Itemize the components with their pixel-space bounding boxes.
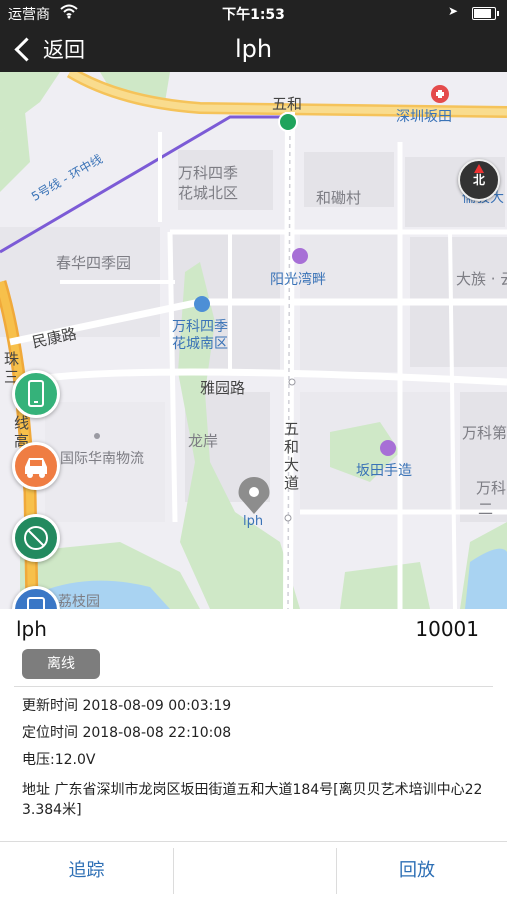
map-label: 万科 bbox=[476, 479, 507, 497]
status-time: 下午1:53 bbox=[222, 7, 285, 23]
map-label: 五和 bbox=[272, 95, 303, 113]
update-time: 更新时间 2018-08-09 00:03:19 bbox=[22, 698, 232, 714]
map-label: 龙岸 bbox=[188, 432, 219, 450]
map-label: 阳光湾畔 bbox=[270, 272, 326, 288]
battery-icon bbox=[472, 7, 499, 20]
map-label: 万科第 bbox=[462, 424, 507, 442]
map-label: 深圳坂田 bbox=[396, 109, 452, 125]
phone-icon bbox=[28, 380, 44, 407]
map-label: 国际华南物流 bbox=[60, 451, 144, 467]
map-label: 花城南区 bbox=[172, 336, 228, 352]
no-track-icon bbox=[24, 526, 48, 550]
compass-button[interactable]: 北 bbox=[458, 159, 500, 201]
locate-time: 定位时间 2018-08-08 22:10:08 bbox=[22, 725, 232, 741]
device-id: 10001 bbox=[415, 617, 479, 641]
page-title: lph bbox=[234, 35, 273, 63]
car-button[interactable] bbox=[12, 442, 60, 490]
map-label: 万科四季 bbox=[178, 164, 239, 182]
playback-button[interactable]: 回放 bbox=[337, 842, 497, 900]
device-info-panel: lph 10001 离线 更新时间 2018-08-09 00:03:19 定位… bbox=[0, 609, 507, 900]
car-icon bbox=[25, 458, 47, 478]
document-icon bbox=[27, 597, 45, 609]
map-view[interactable]: 五和 深圳坂田 万科四季 花城北区 和磡村 儒骏大 5号线 - 环中线 春华四季… bbox=[0, 72, 507, 609]
voltage: 电压:12.0V bbox=[22, 752, 96, 768]
device-marker-label: lph bbox=[243, 514, 264, 529]
track-button[interactable]: 追踪 bbox=[0, 842, 173, 900]
status-bar: 运营商 下午1:53 ➤ bbox=[0, 0, 507, 26]
map-label: 坂田手造 bbox=[356, 463, 412, 479]
address: 地址 广东省深圳市龙岗区坂田街道五和大道184号[离贝贝艺术培训中心223.38… bbox=[22, 782, 483, 818]
map-label: 春华四季园 bbox=[56, 254, 132, 272]
map-label: 大族 · 云 bbox=[456, 270, 507, 288]
document-button[interactable] bbox=[12, 586, 60, 609]
map-label: 和磡村 bbox=[316, 189, 362, 207]
divider bbox=[14, 686, 493, 687]
middle-action[interactable] bbox=[174, 842, 336, 900]
no-track-button[interactable] bbox=[12, 514, 60, 562]
map-label: 二 bbox=[478, 500, 494, 518]
nav-bar: 返回 lph bbox=[0, 26, 507, 72]
map-label: 雅园路 bbox=[200, 379, 246, 397]
device-name: lph bbox=[16, 617, 47, 641]
map-label: 荔枝园 bbox=[58, 594, 100, 609]
action-bar: 追踪 回放 bbox=[0, 842, 507, 900]
status-badge: 离线 bbox=[22, 649, 100, 679]
phone-button[interactable] bbox=[12, 370, 60, 418]
map-label: 道 bbox=[284, 474, 300, 492]
location-arrow-icon: ➤ bbox=[448, 4, 459, 18]
compass-north-label: 北 bbox=[472, 173, 485, 187]
map-label: 花城北区 bbox=[178, 184, 239, 202]
